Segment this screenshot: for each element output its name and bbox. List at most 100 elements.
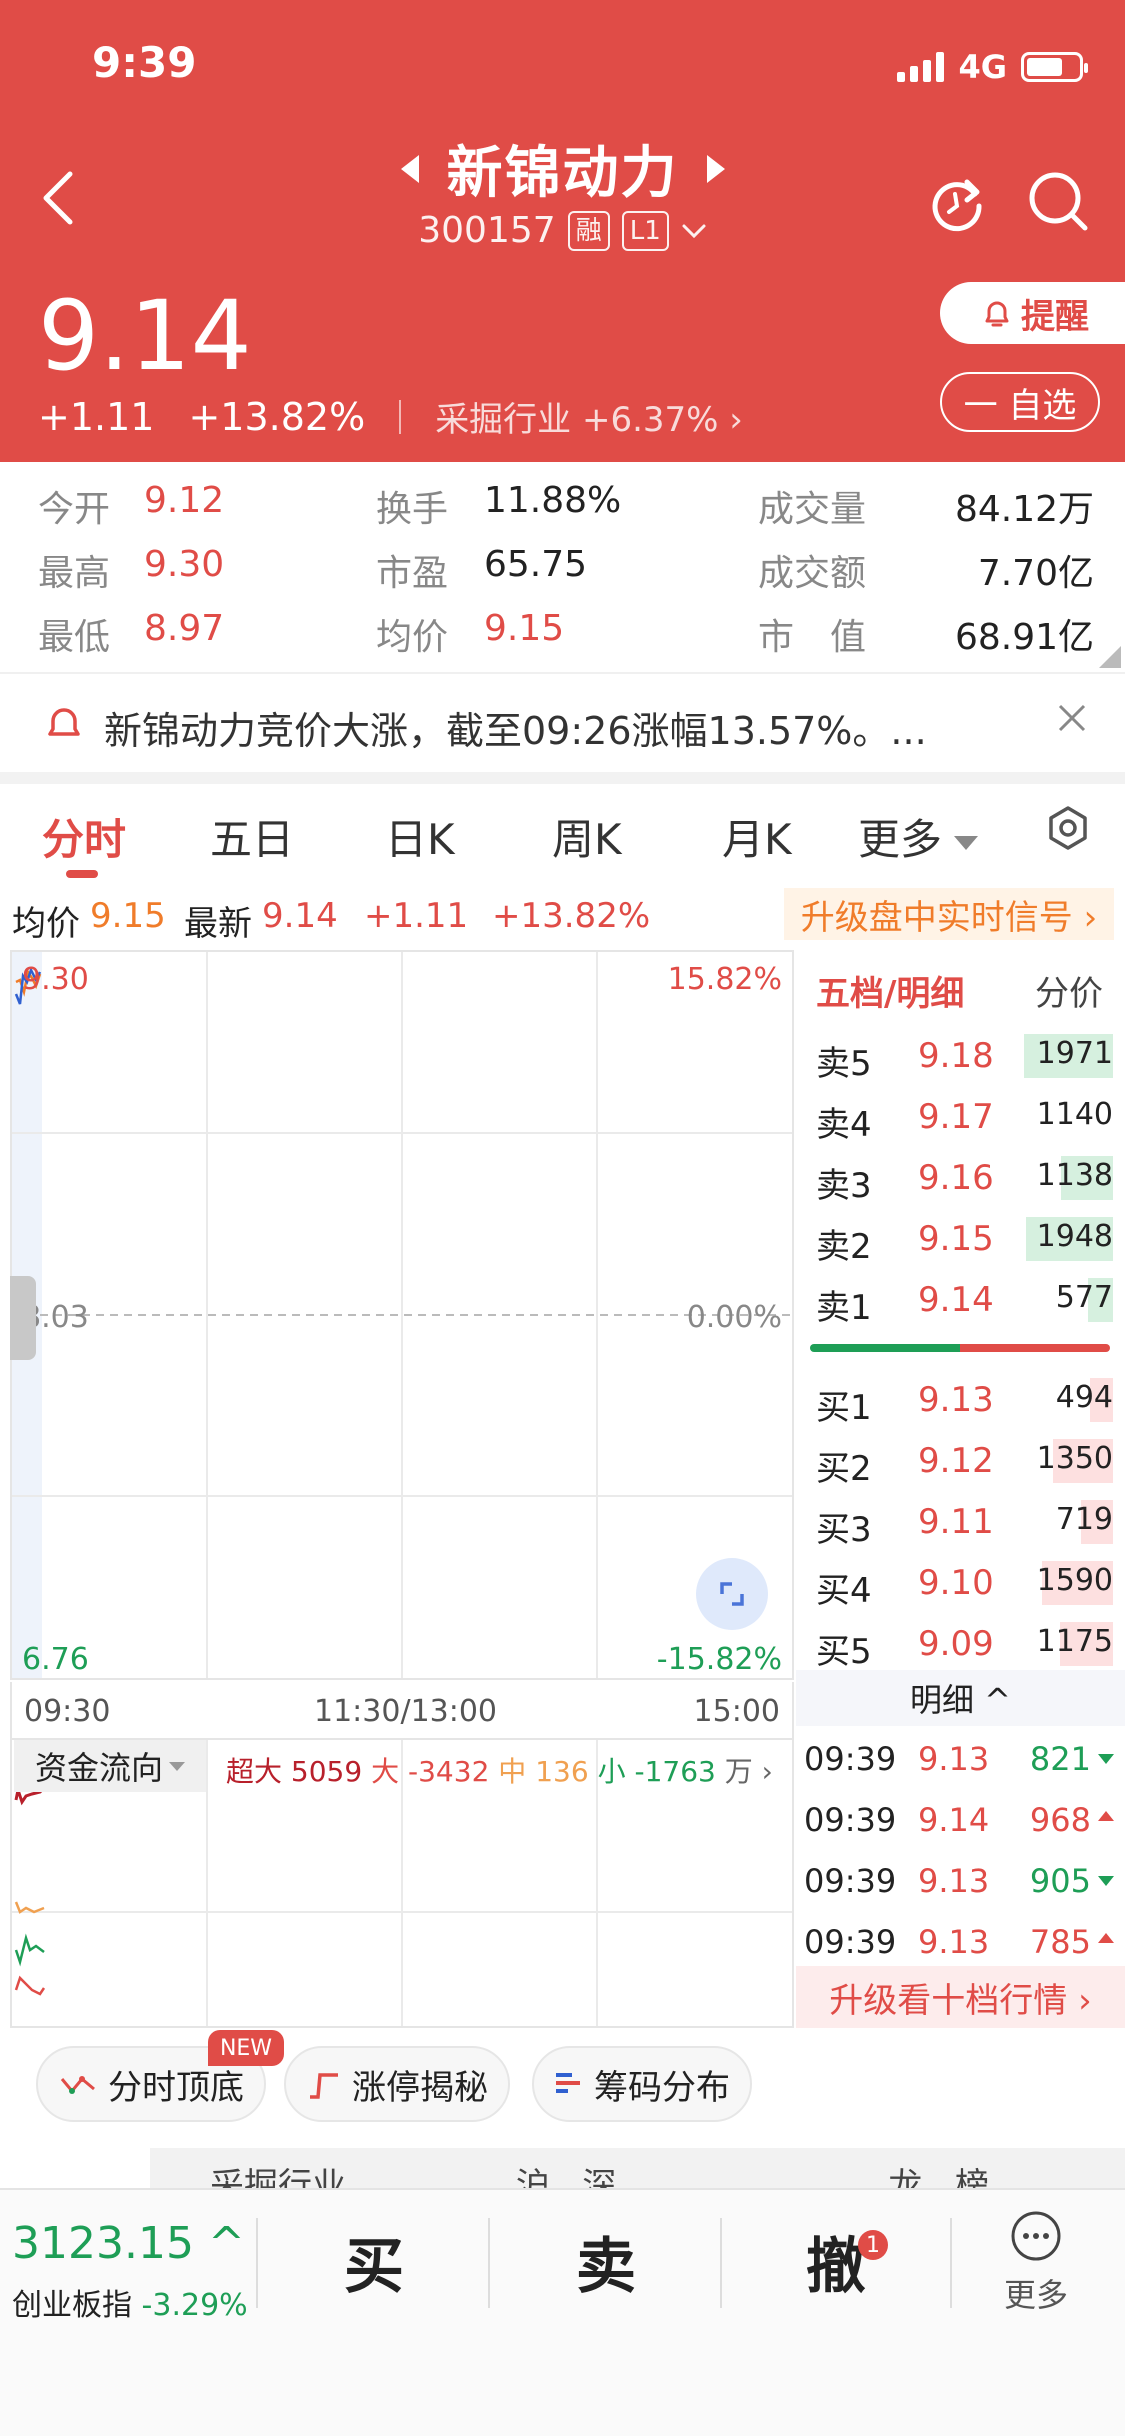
chip-limit-up-secrets[interactable]: 涨停揭秘 <box>284 2046 510 2122</box>
tab-daily-k[interactable]: 日K <box>385 806 455 867</box>
tick-volume: 968 <box>1029 1801 1091 1839</box>
bell-icon <box>48 708 80 736</box>
sell-level-price: 9.18 <box>918 1036 994 1076</box>
sell-button[interactable]: 卖 <box>576 2218 636 2305</box>
sell-level-row[interactable]: 卖1 9.14 577 <box>796 1270 1125 1330</box>
fund-flow-legend[interactable]: 超大 5059 大 -3432 中 136 小 -1763 万 › <box>226 1750 773 1790</box>
time-mid: 11:30/13:00 <box>314 1694 498 1729</box>
buy-level-price: 9.09 <box>918 1624 994 1664</box>
buy-level-label: 买2 <box>816 1449 872 1489</box>
price-low-label: 6.76 <box>22 1642 89 1677</box>
upgrade-signal-button[interactable]: 升级盘中实时信号 › <box>784 888 1114 940</box>
sell-level-label: 卖5 <box>816 1044 872 1084</box>
buy-level-row[interactable]: 买3 9.11 719 <box>796 1492 1125 1552</box>
buy-level-label: 买3 <box>816 1510 872 1550</box>
watchlist-label: 一 自选 <box>963 385 1077 426</box>
signal-icon <box>897 52 945 82</box>
quote-stats: 今开 9.12 最高 9.30 最低 8.97 换手 11.88% 市盈 65.75 均价… <box>0 462 1125 672</box>
chip-chip-distribution[interactable]: 筹码分布 <box>532 2046 752 2122</box>
divider <box>950 2218 952 2308</box>
buy-level-volume: 1590 <box>1036 1563 1113 1598</box>
stock-header: 9:39 4G 新锦动力 300157 融 L1 9.14 +1.11 +13.… <box>0 0 1125 462</box>
industry-link[interactable]: 采掘行业 +6.37% › <box>435 392 743 441</box>
sell-level-row[interactable]: 卖3 9.16 1138 <box>796 1148 1125 1208</box>
tab-five-day[interactable]: 五日 <box>210 806 294 867</box>
tick-time: 09:39 <box>804 1862 897 1900</box>
prev-stock-icon[interactable] <box>400 154 419 183</box>
stat-high: 最高 9.30 <box>38 544 225 594</box>
tab-more[interactable]: 更多 <box>858 806 979 867</box>
upgrade-ten-level-button[interactable]: 升级看十档行情 › <box>796 1966 1125 2028</box>
tab-intraday[interactable]: 分时 <box>42 806 126 867</box>
down-arrow-icon <box>1098 1876 1114 1886</box>
stat-volume: 成交量 84.12万 <box>758 489 1094 530</box>
intraday-chart[interactable]: 9.30 8.03 6.76 15.82% 0.00% -15.82% <box>10 950 794 1680</box>
avg-value: 9.15 <box>90 896 166 936</box>
alert-button[interactable]: 提醒 <box>940 282 1125 344</box>
tab-monthly-k[interactable]: 月K <box>722 806 792 867</box>
info-change: +1.11 <box>364 896 469 936</box>
news-banner[interactable]: 新锦动力竞价大涨，截至09:26涨幅13.57%。... <box>0 672 1125 772</box>
buy-button[interactable]: 买 <box>344 2218 404 2305</box>
sell-level-volume: 1138 <box>1036 1158 1113 1193</box>
bid-ask-ratio-bar <box>810 1344 1110 1352</box>
chevron-down-icon[interactable] <box>681 221 707 241</box>
buy-level-price: 9.13 <box>918 1380 994 1420</box>
fullscreen-icon[interactable] <box>696 1558 768 1630</box>
tick-price: 9.13 <box>918 1923 990 1961</box>
fund-flow-tab[interactable]: 资金流向 <box>14 1740 206 1792</box>
avg-label: 均价 <box>12 904 80 944</box>
settings-icon[interactable] <box>1044 804 1092 852</box>
search-icon[interactable] <box>1025 168 1091 234</box>
buy-level-volume: 1175 <box>1036 1624 1113 1659</box>
close-icon[interactable] <box>1052 698 1092 738</box>
sell-level-row[interactable]: 卖5 9.18 1971 <box>796 1026 1125 1086</box>
stat-low: 最低 8.97 <box>38 608 225 658</box>
latest-label: 最新 <box>184 904 252 944</box>
price-distribution-tab[interactable]: 分价 <box>1035 966 1103 1015</box>
tick-volume: 785 <box>1029 1923 1091 1961</box>
stock-title: 新锦动力 <box>400 128 725 209</box>
time-axis: 09:30 11:30/13:00 15:00 <box>10 1682 794 1738</box>
refresh-icon[interactable] <box>925 170 989 234</box>
detail-toggle[interactable]: 明细 ^ <box>796 1670 1125 1726</box>
more-icon[interactable] <box>1010 2210 1062 2262</box>
buy-level-volume: 719 <box>1055 1502 1113 1537</box>
chart-tabs: 分时 五日 日K 周K 月K 更多 <box>0 784 1125 884</box>
sell-level-row[interactable]: 卖4 9.17 1140 <box>796 1087 1125 1147</box>
status-icons: 4G <box>897 48 1088 86</box>
index-value[interactable]: 3123.15 ^ <box>12 2218 245 2269</box>
level-tag[interactable]: L1 <box>621 210 669 251</box>
next-stock-icon[interactable] <box>706 154 725 183</box>
more-label[interactable]: 更多 <box>1004 2270 1068 2316</box>
buy-level-label: 买1 <box>816 1388 872 1428</box>
side-panel-handle[interactable] <box>10 1276 36 1360</box>
buy-level-row[interactable]: 买4 9.10 1590 <box>796 1553 1125 1613</box>
sell-level-row[interactable]: 卖2 9.15 1948 <box>796 1209 1125 1269</box>
buy-level-row[interactable]: 买1 9.13 494 <box>796 1370 1125 1430</box>
stat-market-cap: 市 值 68.91亿 <box>758 617 1094 658</box>
expand-corner-icon[interactable] <box>1099 646 1121 668</box>
watchlist-button[interactable]: 一 自选 <box>940 372 1100 432</box>
cancel-order-button[interactable]: 撤 <box>806 2218 866 2305</box>
buy-level-price: 9.12 <box>918 1441 994 1481</box>
info-change-pct: +13.82% <box>492 896 651 936</box>
buy-level-row[interactable]: 买5 9.09 1175 <box>796 1614 1125 1674</box>
price-change-pct: +13.82% <box>188 394 366 439</box>
current-price: 9.14 <box>38 280 252 392</box>
up-arrow-icon <box>1098 1811 1114 1821</box>
chart-grid <box>12 952 792 1678</box>
pct-high-label: 15.82% <box>667 962 782 997</box>
sell-level-price: 9.15 <box>918 1219 994 1259</box>
tick-row: 09:39 9.13 785 <box>796 1913 1125 1973</box>
buy-level-volume: 1350 <box>1036 1441 1113 1476</box>
sell-level-price: 9.16 <box>918 1158 994 1198</box>
sell-level-volume: 577 <box>1055 1280 1113 1315</box>
tick-time: 09:39 <box>804 1801 897 1839</box>
bell-icon <box>985 301 1009 327</box>
tab-weekly-k[interactable]: 周K <box>552 806 622 867</box>
buy-level-row[interactable]: 买2 9.12 1350 <box>796 1431 1125 1491</box>
tick-price: 9.13 <box>918 1740 990 1778</box>
order-book-tab[interactable]: 五档/明细 <box>816 966 964 1015</box>
index-sub[interactable]: 创业板指 -3.29% <box>12 2280 248 2324</box>
